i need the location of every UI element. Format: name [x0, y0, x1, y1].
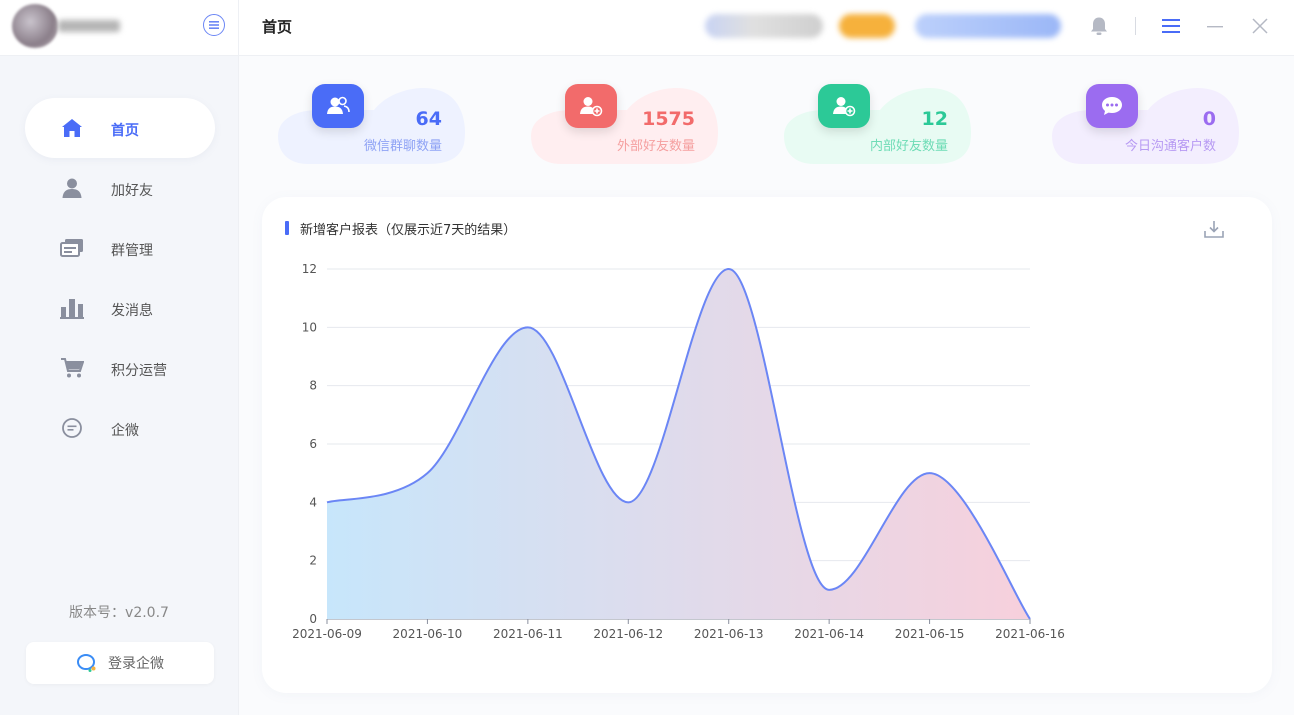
add-user-icon [580, 97, 603, 117]
new-customers-chart-card: 新增客户报表（仅展示近7天的结果） 0 2 4 6 8 10 12 2021-06-09 202… [262, 197, 1272, 693]
sidebar-item-group-manage[interactable]: 群管理 [25, 218, 215, 278]
stat-card-internal-friends[interactable]: 12 内部好友数量 [784, 84, 972, 164]
stat-label: 外部好友数量 [616, 139, 695, 154]
sidebar-item-label: 首页 [111, 123, 139, 139]
x-tick-label: 2021-06-15 [895, 627, 965, 641]
x-tick-label: 2021-06-13 [694, 627, 764, 641]
sidebar-item-label: 群管理 [111, 243, 153, 259]
stat-label: 微信群聊数量 [363, 139, 442, 154]
y-tick-label: 6 [309, 437, 317, 451]
chat-bubble-icon [60, 416, 84, 440]
redacted-account-chip [915, 14, 1061, 38]
home-icon [60, 116, 84, 140]
stat-card-today-customers[interactable]: 0 今日沟通客户数 [1052, 84, 1240, 164]
x-tick-label: 2021-06-14 [794, 627, 864, 641]
x-tick-label: 2021-06-16 [995, 627, 1065, 641]
stat-value: 1575 [642, 108, 695, 130]
add-user-icon [833, 97, 856, 117]
collapse-sidebar-button[interactable] [203, 14, 225, 36]
sidebar-item-points[interactable]: 积分运营 [25, 338, 215, 398]
chat-icon [1102, 97, 1122, 115]
stat-card-wechat-groups[interactable]: 64 微信群聊数量 [278, 84, 466, 164]
page-title: 首页 [262, 18, 293, 36]
sidebar-item-wecom[interactable]: 企微 [25, 398, 215, 458]
x-tick-label: 2021-06-10 [393, 627, 463, 641]
sidebar-user-header [0, 0, 238, 56]
y-tick-label: 8 [309, 379, 317, 393]
menu-circle-icon [209, 21, 219, 29]
wecom-logo-icon [77, 654, 96, 672]
stat-label: 今日沟通客户数 [1124, 139, 1216, 154]
hamburger-icon [1162, 19, 1180, 33]
stat-value: 12 [921, 108, 948, 130]
user-name-redacted [58, 20, 120, 32]
stat-value: 64 [415, 108, 442, 130]
x-tick-label: 2021-06-09 [292, 627, 362, 641]
chat-icon-badge [1086, 84, 1138, 128]
user-icon [60, 176, 84, 200]
redacted-badge-chip [839, 14, 895, 38]
sidebar-item-add-friend[interactable]: 加好友 [25, 158, 215, 218]
header-divider [1135, 17, 1136, 35]
sidebar-nav: 首页 加好友 群管理 发消息 积分运营 企微 [0, 98, 238, 458]
stat-value: 0 [1202, 108, 1216, 130]
close-button[interactable] [1248, 14, 1272, 38]
sidebar-item-label: 加好友 [111, 183, 153, 199]
sidebar-item-home[interactable]: 首页 [25, 98, 215, 158]
sidebar-item-label: 企微 [111, 423, 139, 439]
sidebar-item-label: 发消息 [111, 303, 153, 319]
y-tick-label: 4 [309, 495, 317, 509]
stat-label: 内部好友数量 [869, 139, 948, 154]
menu-button[interactable] [1159, 14, 1183, 38]
top-header: 首页 [239, 0, 1294, 56]
avatar[interactable] [12, 4, 58, 48]
bell-icon [1091, 17, 1107, 35]
redacted-info-chip [705, 14, 823, 38]
group-icon-badge [312, 84, 364, 128]
add-user-icon-badge [818, 84, 870, 128]
stat-card-external-friends[interactable]: 1575 外部好友数量 [531, 84, 719, 164]
version-label: 版本号：v2.0.7 [69, 605, 169, 621]
y-tick-label: 0 [309, 612, 317, 626]
y-tick-label: 10 [302, 320, 317, 334]
minimize-button[interactable] [1203, 14, 1227, 38]
sidebar-item-send-message[interactable]: 发消息 [25, 278, 215, 338]
bar-chart-icon [60, 296, 84, 320]
add-user-icon-badge [565, 84, 617, 128]
y-tick-label: 12 [302, 262, 317, 276]
x-tick-label: 2021-06-12 [593, 627, 663, 641]
sidebar: 首页 加好友 群管理 发消息 积分运营 企微 版本号：v2.0.7 登录企微 [0, 0, 239, 715]
notification-button[interactable] [1087, 14, 1111, 38]
group-icon [327, 96, 350, 114]
login-wecom-label: 登录企微 [108, 656, 164, 672]
close-icon [1252, 18, 1268, 34]
y-tick-label: 2 [309, 554, 317, 568]
cart-icon [60, 356, 84, 380]
minimize-icon [1207, 26, 1223, 28]
login-wecom-button[interactable]: 登录企微 [26, 642, 214, 684]
area-chart: 0 2 4 6 8 10 12 2021-06-09 2021-06-10 2021-06-11 2… [292, 262, 1065, 641]
sidebar-item-label: 积分运营 [111, 363, 167, 379]
x-tick-label: 2021-06-11 [493, 627, 563, 641]
group-manage-icon [60, 236, 84, 260]
